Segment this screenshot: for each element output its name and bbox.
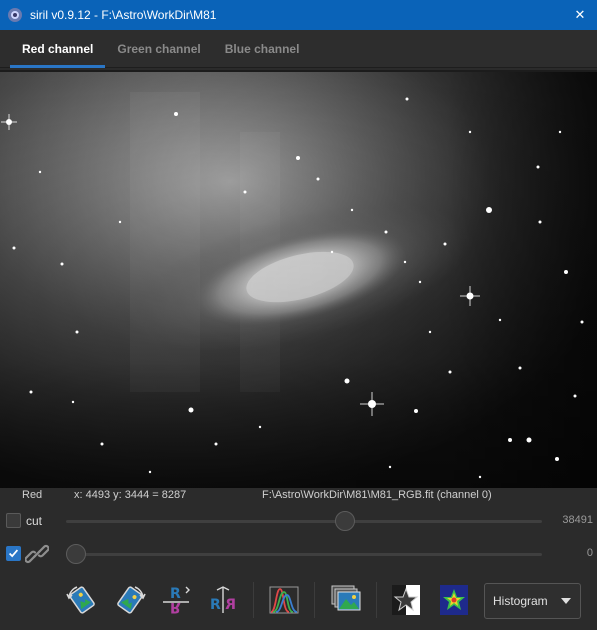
display-mode-value: Histogram (493, 594, 548, 608)
low-level-slider-thumb[interactable] (66, 544, 86, 564)
status-bar: Red x: 4493 y: 3444 = 8287 F:\Astro\Work… (0, 488, 597, 504)
tab-blue-channel[interactable]: Blue channel (213, 30, 312, 68)
false-color-button[interactable] (436, 582, 472, 618)
mirror-y-icon: R R (210, 586, 236, 613)
high-level-slider-thumb[interactable] (335, 511, 356, 531)
low-level-row: 0 (0, 539, 597, 569)
histogram-icon (269, 586, 299, 614)
status-filename: F:\Astro\WorkDir\M81\M81_RGB.fit (channe… (262, 489, 492, 501)
toolbar-divider (376, 582, 377, 618)
tab-red-channel[interactable]: Red channel (10, 30, 106, 68)
cut-label: cut (26, 514, 43, 528)
close-button[interactable]: ✕ (563, 0, 597, 30)
chevron-down-icon (561, 598, 571, 604)
mirror-x-icon: R R (163, 586, 190, 615)
histogram-button[interactable] (266, 582, 302, 618)
check-icon (8, 549, 19, 558)
image-viewport[interactable] (0, 70, 597, 488)
false-color-icon (440, 585, 468, 615)
astro-image[interactable] (0, 72, 597, 488)
title-bar: siril v0.9.12 - F:\Astro\WorkDir\M81 ✕ (0, 0, 597, 30)
display-mode-select[interactable]: Histogram (484, 583, 581, 619)
low-level-value: 0 (586, 547, 593, 559)
toolbar-divider (314, 582, 315, 618)
chain-link-icon[interactable] (25, 542, 49, 566)
rotate-left-icon (66, 586, 95, 614)
toolbar-divider (253, 582, 254, 618)
display-toolbar: R R R R Histogram (0, 574, 597, 630)
high-level-slider[interactable] (66, 511, 542, 531)
rotate-right-icon (117, 586, 146, 614)
status-coordinates: x: 4493 y: 3444 = 8287 (74, 489, 187, 501)
high-level-row: cut 38491 (0, 506, 597, 536)
tab-green-channel[interactable]: Green channel (105, 30, 212, 68)
link-checkbox[interactable] (6, 546, 21, 561)
mirror-x-button[interactable]: R R (158, 582, 194, 618)
mirror-y-button[interactable]: R R (205, 582, 241, 618)
rotate-right-button[interactable] (112, 582, 148, 618)
sequence-stack-icon (331, 585, 361, 611)
channel-tabs: Red channel Green channel Blue channel (0, 30, 597, 68)
close-icon: ✕ (574, 7, 586, 23)
svg-text:R: R (225, 597, 236, 613)
low-level-slider[interactable] (66, 544, 542, 564)
rotate-left-button[interactable] (64, 582, 100, 618)
cut-checkbox[interactable] (6, 513, 21, 528)
negative-view-button[interactable] (388, 582, 424, 618)
window-title: siril v0.9.12 - F:\Astro\WorkDir\M81 (30, 8, 217, 22)
status-channel: Red (22, 489, 43, 501)
svg-text:R: R (210, 597, 221, 613)
sequence-stack-button[interactable] (328, 582, 364, 618)
high-level-value: 38491 (562, 514, 593, 526)
negative-view-icon (392, 585, 420, 615)
siril-app-icon (8, 8, 22, 22)
